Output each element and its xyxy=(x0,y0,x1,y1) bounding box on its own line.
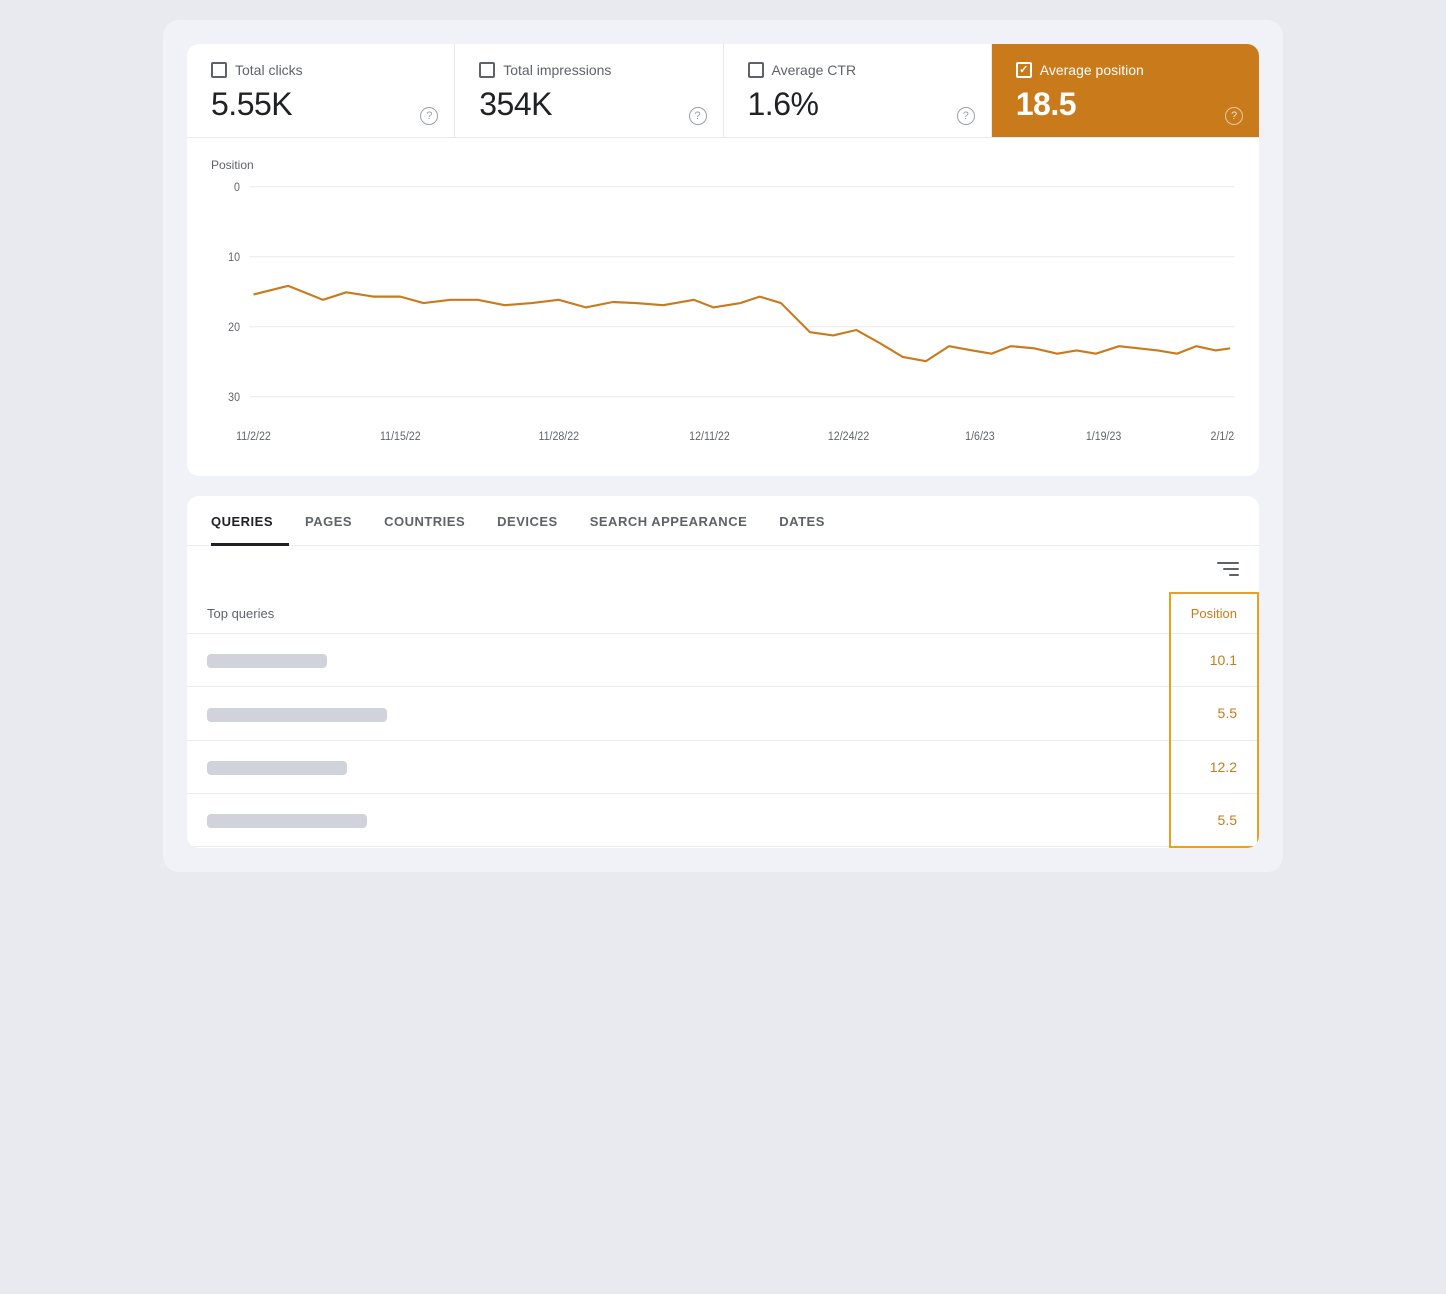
metric-label-row-impressions: Total impressions xyxy=(479,62,698,78)
tab-devices[interactable]: DEVICES xyxy=(481,496,574,546)
metric-help-clicks[interactable]: ? xyxy=(420,107,438,125)
table-body: 10.1 5.5 12.2 xyxy=(187,634,1258,847)
svg-text:10: 10 xyxy=(228,252,240,265)
tab-pages[interactable]: PAGES xyxy=(289,496,368,546)
position-cell-1: 10.1 xyxy=(1170,634,1258,687)
col-header-queries: Top queries xyxy=(187,593,1170,634)
metrics-card: Total clicks 5.55K ? Total impressions 3… xyxy=(187,44,1259,476)
filter-icon[interactable] xyxy=(1211,558,1239,580)
filter-line-1 xyxy=(1217,562,1239,564)
metric-label-row-position: ✓ Average position xyxy=(1016,62,1235,78)
svg-text:30: 30 xyxy=(228,392,240,405)
blurred-query-3 xyxy=(207,761,347,775)
metric-total-impressions[interactable]: Total impressions 354K ? xyxy=(455,44,723,137)
metric-label-position: Average position xyxy=(1040,62,1144,78)
query-cell-1 xyxy=(187,634,1170,687)
tabs-row: QUERIES PAGES COUNTRIES DEVICES SEARCH A… xyxy=(187,496,1259,546)
svg-text:0: 0 xyxy=(234,182,240,195)
blurred-query-1 xyxy=(207,654,327,668)
position-cell-2: 5.5 xyxy=(1170,687,1258,740)
filter-line-3 xyxy=(1229,574,1239,576)
chart-y-label: Position xyxy=(211,158,1235,172)
metrics-row: Total clicks 5.55K ? Total impressions 3… xyxy=(187,44,1259,138)
metric-help-impressions[interactable]: ? xyxy=(689,107,707,125)
table-row-last: 5.5 xyxy=(187,793,1258,847)
table-header: Top queries Position xyxy=(187,593,1258,634)
filter-row xyxy=(187,546,1259,592)
metric-help-ctr[interactable]: ? xyxy=(957,107,975,125)
metric-value-position: 18.5 xyxy=(1016,86,1235,123)
metric-checkbox-clicks[interactable] xyxy=(211,62,227,78)
position-cell-4: 5.5 xyxy=(1170,793,1258,847)
blurred-query-2 xyxy=(207,708,387,722)
query-cell-4 xyxy=(187,793,1170,847)
metric-average-position[interactable]: ✓ Average position 18.5 ? xyxy=(992,44,1259,137)
svg-text:1/19/23: 1/19/23 xyxy=(1086,430,1121,443)
position-cell-3: 12.2 xyxy=(1170,740,1258,793)
tab-queries[interactable]: QUERIES xyxy=(211,496,289,546)
query-cell-3 xyxy=(187,740,1170,793)
metric-label-impressions: Total impressions xyxy=(503,62,611,78)
svg-text:11/2/22: 11/2/22 xyxy=(236,430,271,443)
svg-text:11/15/22: 11/15/22 xyxy=(380,430,421,443)
table-row: 5.5 xyxy=(187,687,1258,740)
main-container: Total clicks 5.55K ? Total impressions 3… xyxy=(163,20,1283,872)
metric-checkbox-position[interactable]: ✓ xyxy=(1016,62,1032,78)
svg-text:2/1/23: 2/1/23 xyxy=(1211,430,1235,443)
metric-label-ctr: Average CTR xyxy=(772,62,857,78)
metric-average-ctr[interactable]: Average CTR 1.6% ? xyxy=(724,44,992,137)
metric-checkbox-impressions[interactable] xyxy=(479,62,495,78)
metric-label-row-ctr: Average CTR xyxy=(748,62,967,78)
metric-value-impressions: 354K xyxy=(479,86,698,123)
table-card: QUERIES PAGES COUNTRIES DEVICES SEARCH A… xyxy=(187,496,1259,848)
chart-svg: 0 10 20 30 11/2/22 11/15/22 11/28/22 12/… xyxy=(211,176,1235,456)
checkmark-icon: ✓ xyxy=(1019,65,1028,76)
table-row: 10.1 xyxy=(187,634,1258,687)
svg-text:11/28/22: 11/28/22 xyxy=(538,430,579,443)
table-row: 12.2 xyxy=(187,740,1258,793)
query-cell-2 xyxy=(187,687,1170,740)
data-table: Top queries Position 10.1 5.5 xyxy=(187,592,1259,848)
svg-text:12/24/22: 12/24/22 xyxy=(828,430,869,443)
metric-checkbox-ctr[interactable] xyxy=(748,62,764,78)
col-header-position: Position xyxy=(1170,593,1258,634)
chart-wrapper: 0 10 20 30 11/2/22 11/15/22 11/28/22 12/… xyxy=(211,176,1235,456)
tab-search-appearance[interactable]: SEARCH APPEARANCE xyxy=(574,496,764,546)
tab-dates[interactable]: DATES xyxy=(763,496,841,546)
chart-area: Position 0 10 20 30 1 xyxy=(187,138,1259,476)
metric-value-ctr: 1.6% xyxy=(748,86,967,123)
svg-text:12/11/22: 12/11/22 xyxy=(689,430,730,443)
svg-text:20: 20 xyxy=(228,322,240,335)
svg-text:1/6/23: 1/6/23 xyxy=(965,430,995,443)
metric-help-position[interactable]: ? xyxy=(1225,107,1243,125)
filter-line-2 xyxy=(1223,568,1239,570)
metric-label-row: Total clicks xyxy=(211,62,430,78)
metric-total-clicks[interactable]: Total clicks 5.55K ? xyxy=(187,44,455,137)
metric-value-clicks: 5.55K xyxy=(211,86,430,123)
tab-countries[interactable]: COUNTRIES xyxy=(368,496,481,546)
metric-label-clicks: Total clicks xyxy=(235,62,303,78)
blurred-query-4 xyxy=(207,814,367,828)
